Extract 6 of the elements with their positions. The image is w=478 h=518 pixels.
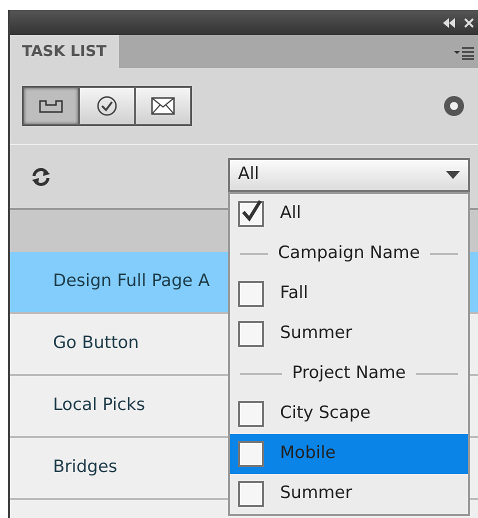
option-label: Mobile xyxy=(280,442,336,466)
option-label: All xyxy=(280,202,302,226)
option-label: Fall xyxy=(280,282,308,306)
option-label: Summer xyxy=(280,322,352,346)
option-label: Summer xyxy=(280,482,352,506)
option-label: City Scape xyxy=(280,402,371,426)
